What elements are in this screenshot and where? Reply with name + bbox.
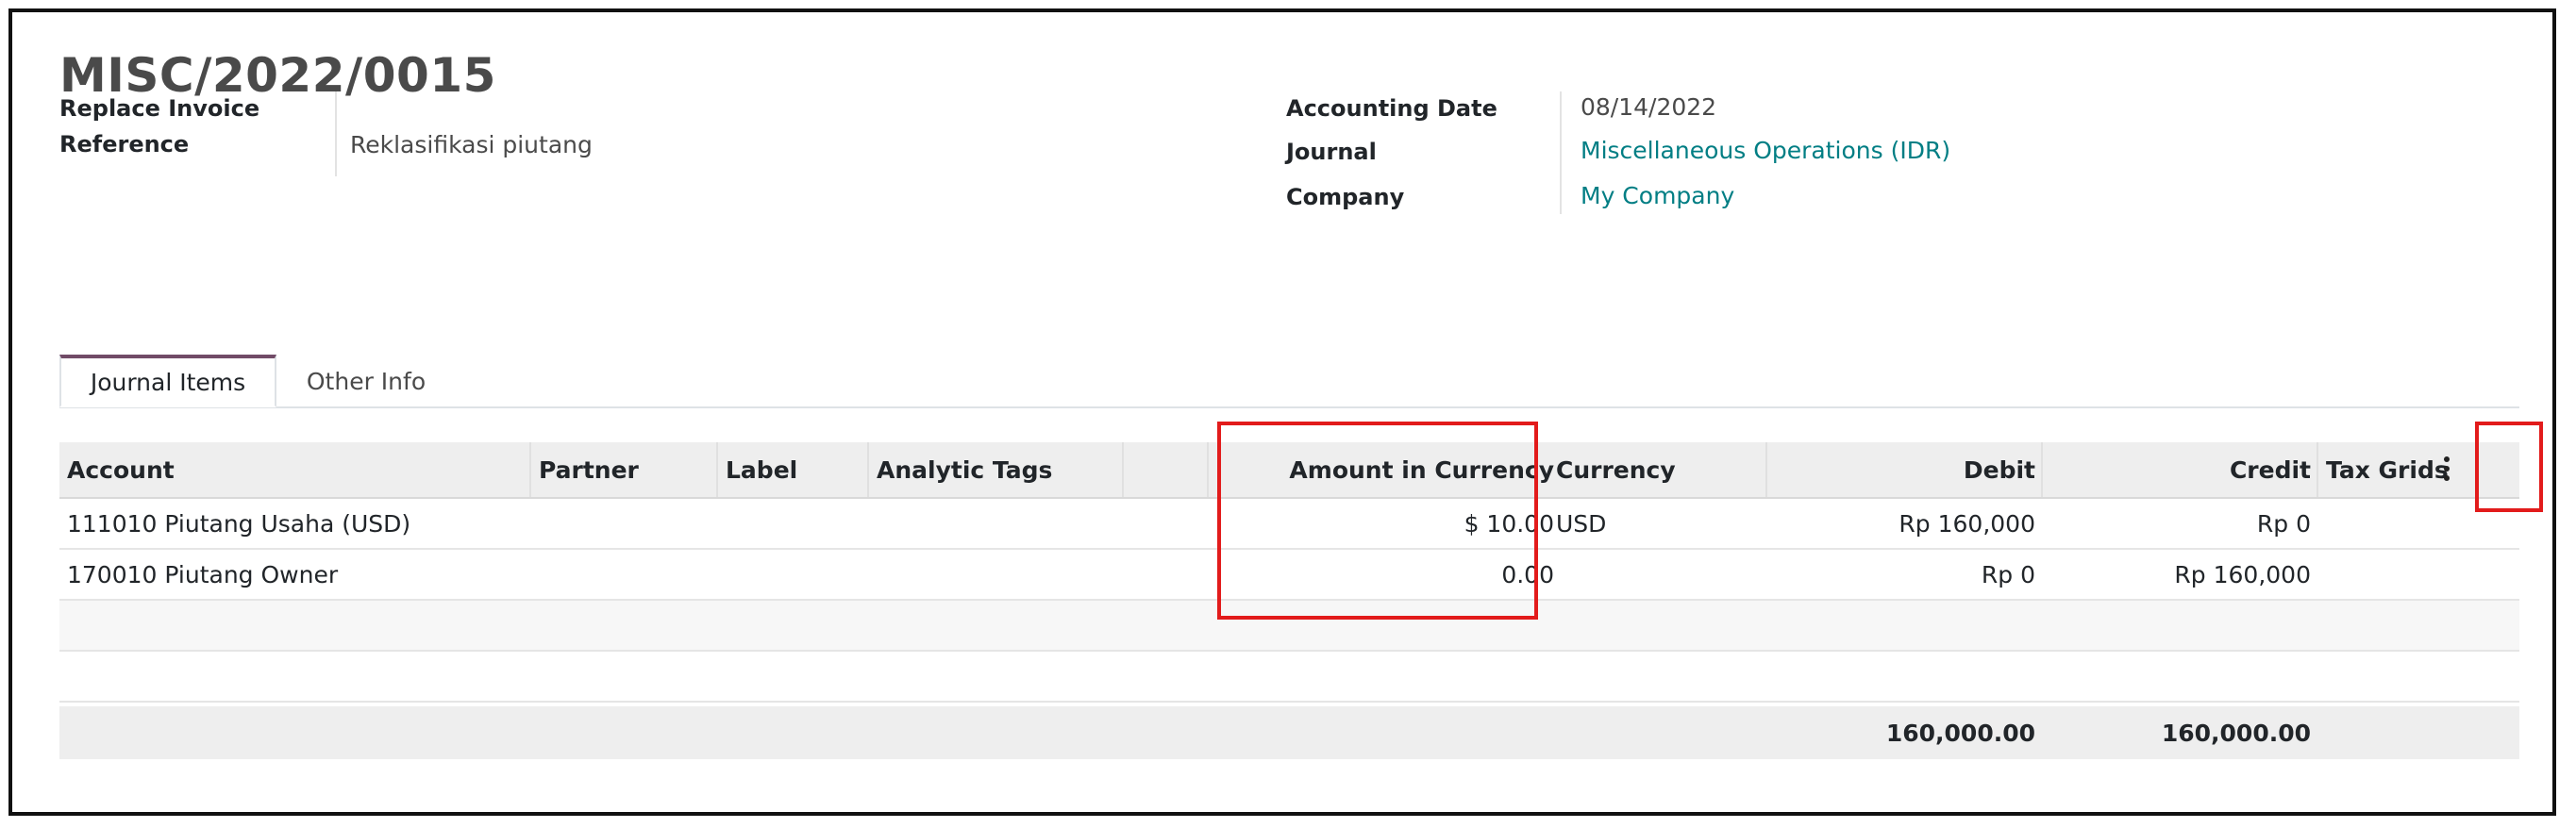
tab-journal-items[interactable]: Journal Items: [59, 355, 276, 407]
column-header-credit[interactable]: Credit: [2043, 442, 2318, 497]
cell-label: [718, 550, 869, 599]
cell-currency: USD: [1556, 509, 1607, 538]
cell-tax-grids: [2318, 550, 2519, 599]
reference-label: Reference: [59, 131, 190, 157]
journal-label: Journal: [1286, 139, 1377, 165]
tab-other-info[interactable]: Other Info: [286, 355, 446, 407]
accounting-date-label: Accounting Date: [1286, 95, 1497, 122]
cell-debit: Rp 0: [1981, 560, 2035, 588]
column-header-analytic-tags[interactable]: Analytic Tags: [869, 442, 1124, 497]
empty-row: [59, 652, 2519, 703]
cell-amount-in-currency: $ 10.00: [1464, 509, 1554, 538]
table-footer-totals: 160,000.00 160,000.00: [59, 706, 2519, 759]
accounting-date-field[interactable]: 08/14/2022: [1581, 93, 1716, 121]
column-header-spacer: [1124, 442, 1209, 497]
table-row[interactable]: 111010 Piutang Usaha (USD) $ 10.00 USD R…: [59, 499, 2519, 550]
total-debit: 160,000.00: [1885, 719, 2035, 747]
cell-partner: [531, 550, 718, 599]
field-separator: [335, 91, 337, 176]
column-header-account[interactable]: Account: [59, 442, 531, 497]
field-separator: [1560, 91, 1562, 214]
optional-columns-button[interactable]: [2434, 448, 2460, 489]
empty-row: [59, 601, 2519, 652]
table-header: Account Partner Label Analytic Tags Amou…: [59, 442, 2519, 499]
column-header-partner[interactable]: Partner: [531, 442, 718, 497]
column-header-tax-grids[interactable]: Tax Grids: [2318, 442, 2519, 497]
column-header-debit[interactable]: Debit: [1767, 442, 2043, 497]
cell-analytic-tags: [869, 550, 1124, 599]
column-header-currency[interactable]: Currency: [1548, 442, 1767, 497]
form-view: MISC/2022/0015 Replace Invoice Reference…: [8, 8, 2556, 816]
journal-link[interactable]: Miscellaneous Operations (IDR): [1581, 137, 1950, 164]
kebab-vertical-icon: [2444, 456, 2450, 481]
cell-account: 170010 Piutang Owner: [67, 560, 339, 588]
company-label: Company: [1286, 184, 1405, 210]
cell-credit: Rp 160,000: [2174, 560, 2311, 588]
reference-field[interactable]: Reklasifikasi piutang: [350, 131, 593, 158]
cell-label: [718, 499, 869, 548]
cell-credit: Rp 0: [2256, 509, 2311, 538]
cell-tax-grids: [2318, 499, 2519, 548]
cell-account: 111010 Piutang Usaha (USD): [67, 509, 411, 538]
table-row[interactable]: 170010 Piutang Owner 0.00 Rp 0 Rp 160,00…: [59, 550, 2519, 601]
company-link[interactable]: My Company: [1581, 182, 1734, 209]
cell-analytic-tags: [869, 499, 1124, 548]
column-header-label[interactable]: Label: [718, 442, 869, 497]
cell-partner: [531, 499, 718, 548]
cell-amount-in-currency: 0.00: [1501, 560, 1554, 588]
cell-currency: [1548, 550, 1767, 599]
replace-invoice-label: Replace Invoice: [59, 95, 260, 122]
cell-debit: Rp 160,000: [1899, 509, 2035, 538]
column-header-amount-in-currency[interactable]: Amount in Currency: [1209, 442, 1562, 497]
total-credit: 160,000.00: [2161, 719, 2311, 747]
